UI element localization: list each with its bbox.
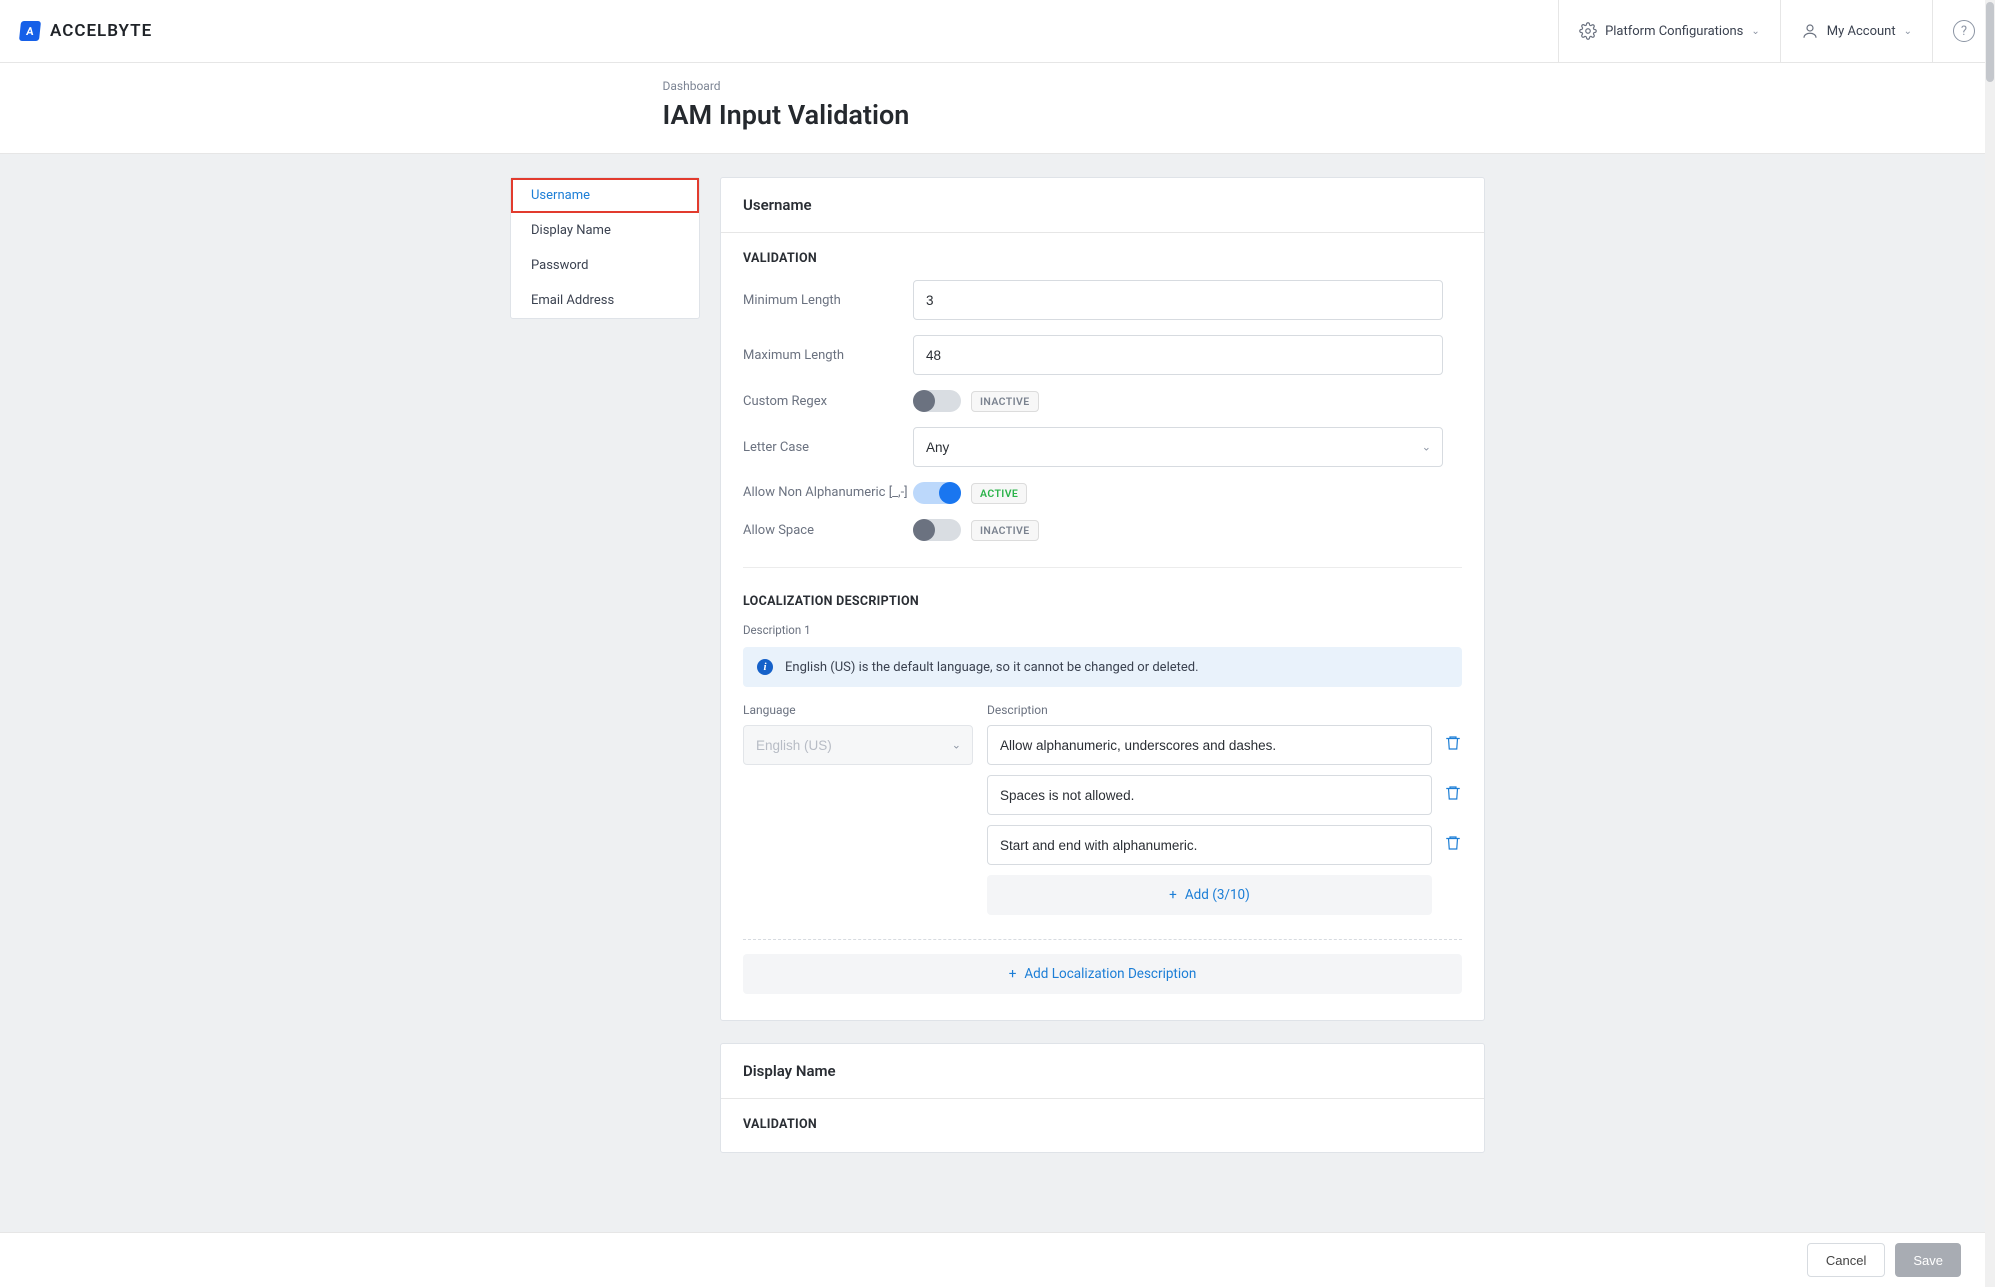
gear-icon [1579, 22, 1597, 40]
letter-case-select[interactable]: Any [913, 427, 1443, 467]
allow-non-alnum-toggle[interactable] [913, 482, 961, 504]
brand-logo-icon: A [19, 21, 41, 41]
trash-icon [1444, 734, 1462, 752]
language-select: English (US) [743, 725, 973, 765]
allow-non-alnum-state: ACTIVE [971, 483, 1027, 504]
letter-case-label: Letter Case [743, 440, 913, 455]
add-localization-button[interactable]: + Add Localization Description [743, 954, 1462, 994]
footer-bar: Cancel Save [0, 1232, 1985, 1287]
body: Username Display Name Password Email Add… [0, 154, 1995, 1280]
platform-config-menu[interactable]: Platform Configurations ⌄ [1558, 0, 1780, 62]
scrollbar[interactable] [1985, 0, 1995, 1287]
info-banner: i English (US) is the default language, … [743, 647, 1462, 687]
add-line-label: Add (3/10) [1185, 887, 1250, 903]
sidenav-item-display-name[interactable]: Display Name [511, 213, 699, 248]
sidenav-item-label: Email Address [531, 293, 614, 308]
breadcrumb[interactable]: Dashboard [663, 79, 1498, 93]
platform-config-label: Platform Configurations [1605, 24, 1743, 39]
plus-icon: + [1009, 966, 1017, 982]
validation-heading: VALIDATION [743, 1117, 1462, 1132]
help-icon: ? [1953, 20, 1975, 42]
delete-description-3[interactable] [1444, 834, 1462, 856]
my-account-menu[interactable]: My Account ⌄ [1780, 0, 1932, 62]
card-display-name: Display Name VALIDATION [720, 1043, 1485, 1153]
brand: A ACCELBYTE [20, 21, 152, 41]
min-length-label: Minimum Length [743, 293, 913, 308]
chevron-down-icon: ⌄ [1751, 26, 1759, 37]
localization-heading: LOCALIZATION DESCRIPTION [743, 594, 1462, 609]
topbar: A ACCELBYTE Platform Configurations ⌄ My… [0, 0, 1995, 63]
card-title: Username [721, 178, 1484, 233]
page-head: Dashboard IAM Input Validation [0, 63, 1995, 154]
min-length-input[interactable] [913, 280, 1443, 320]
topbar-right: Platform Configurations ⌄ My Account ⌄ ? [1558, 0, 1995, 62]
info-text: English (US) is the default language, so… [785, 660, 1199, 675]
sidenav-item-label: Display Name [531, 223, 611, 238]
localization-subheading: Description 1 [743, 623, 1462, 637]
custom-regex-label: Custom Regex [743, 394, 913, 409]
description-input-3[interactable] [987, 825, 1432, 865]
scrollbar-thumb[interactable] [1986, 2, 1994, 82]
my-account-label: My Account [1827, 24, 1896, 39]
allow-non-alnum-label: Allow Non Alphanumeric [_,-] [743, 484, 913, 502]
description-input-1[interactable] [987, 725, 1432, 765]
allow-space-toggle[interactable] [913, 519, 961, 541]
add-description-line[interactable]: + Add (3/10) [987, 875, 1432, 915]
sidenav-item-password[interactable]: Password [511, 248, 699, 283]
max-length-label: Maximum Length [743, 348, 913, 363]
chevron-down-icon: ⌄ [1904, 26, 1912, 37]
sidenav-item-label: Username [531, 188, 590, 203]
save-button[interactable]: Save [1895, 1243, 1961, 1277]
max-length-input[interactable] [913, 335, 1443, 375]
allow-space-state: INACTIVE [971, 520, 1039, 541]
delete-description-2[interactable] [1444, 784, 1462, 806]
description-label: Description [987, 703, 1462, 717]
delete-description-1[interactable] [1444, 734, 1462, 756]
trash-icon [1444, 834, 1462, 852]
add-localization-label: Add Localization Description [1024, 966, 1196, 982]
cancel-button[interactable]: Cancel [1807, 1243, 1885, 1277]
card-title: Display Name [721, 1044, 1484, 1099]
user-icon [1801, 22, 1819, 40]
trash-icon [1444, 784, 1462, 802]
info-icon: i [757, 659, 773, 675]
sidenav-item-email[interactable]: Email Address [511, 283, 699, 318]
page-title: IAM Input Validation [663, 99, 1498, 131]
card-username: Username VALIDATION Minimum Length Maxim… [720, 177, 1485, 1021]
brand-name: ACCELBYTE [50, 21, 152, 41]
validation-heading: VALIDATION [743, 251, 1462, 266]
description-input-2[interactable] [987, 775, 1432, 815]
plus-icon: + [1169, 887, 1177, 903]
sidenav-item-username[interactable]: Username [511, 178, 699, 213]
sidenav: Username Display Name Password Email Add… [510, 177, 700, 319]
custom-regex-state: INACTIVE [971, 391, 1039, 412]
allow-space-label: Allow Space [743, 523, 913, 538]
custom-regex-toggle[interactable] [913, 390, 961, 412]
language-label: Language [743, 703, 973, 717]
sidenav-item-label: Password [531, 258, 588, 273]
